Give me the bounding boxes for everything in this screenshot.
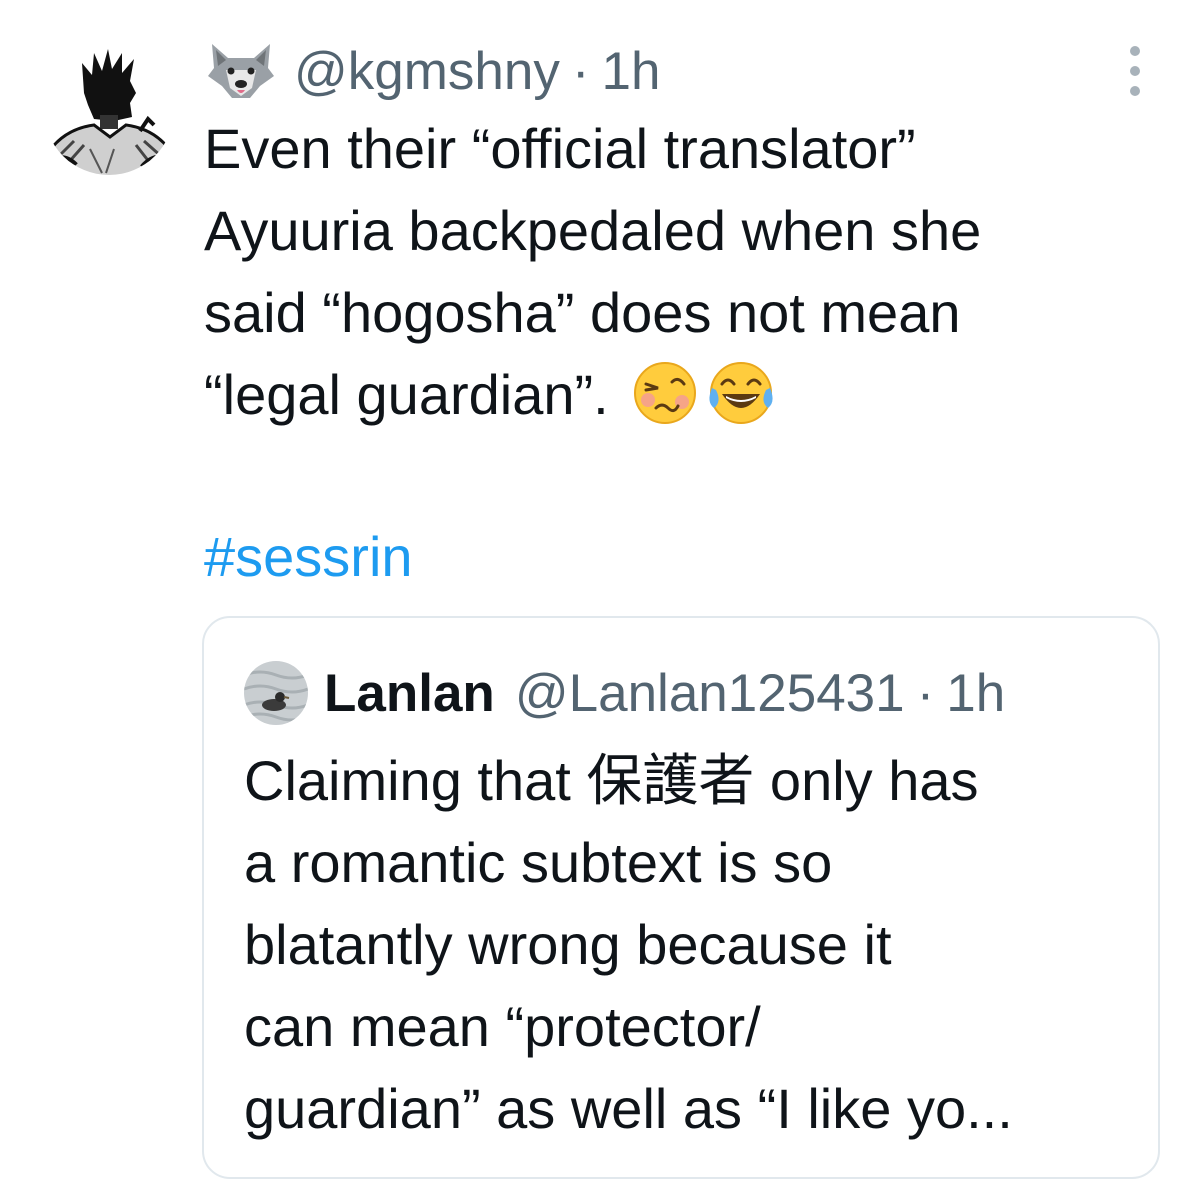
tweet-header: @kgmshny · 1h (204, 38, 661, 104)
quoted-tweet-card[interactable]: Lanlan @Lanlan125431 · 1h Claiming that … (202, 616, 1160, 1179)
author-handle[interactable]: @kgmshny (294, 41, 560, 102)
wolf-face-icon (204, 40, 278, 102)
more-options-icon[interactable] (1120, 46, 1150, 96)
quoted-author-name[interactable]: Lanlan (324, 663, 495, 724)
tears-of-joy-icon (706, 358, 776, 428)
quoted-text-line: a romantic subtext is so (244, 831, 833, 894)
more-dot (1130, 86, 1140, 96)
author-avatar[interactable] (44, 45, 174, 175)
quoted-text-line: can mean “protector/ (244, 995, 761, 1058)
more-dot (1130, 46, 1140, 56)
tweet-text: Even their “official translator” Ayuuria… (204, 108, 1134, 436)
header-separator: · (571, 41, 590, 101)
woozy-face-icon (630, 358, 700, 428)
quoted-text-line: guardian” as well as “I like yo... (244, 1077, 1013, 1140)
tweet-text-line-last: “legal guardian”. (204, 354, 1134, 436)
tweet-timestamp[interactable]: 1h (602, 41, 661, 102)
quoted-author-avatar[interactable] (244, 661, 308, 725)
quoted-text-line: blatantly wrong because it (244, 913, 892, 976)
hashtag-link[interactable]: #sessrin (204, 522, 413, 592)
tweet-text-line: said “hogosha” does not mean (204, 281, 961, 344)
quoted-author-handle[interactable]: @Lanlan125431 (515, 663, 905, 724)
quoted-header-separator: · (916, 663, 935, 723)
tweet-text-line: Ayuuria backpedaled when she (204, 199, 982, 262)
more-dot (1130, 66, 1140, 76)
tweet-text-line: Even their “official translator” (204, 117, 916, 180)
quoted-tweet-header: Lanlan @Lanlan125431 · 1h (244, 656, 1005, 730)
tweet-text-line: “legal guardian”. (204, 363, 609, 426)
quoted-text-line: Claiming that 保護者 only has (244, 749, 979, 812)
quoted-tweet-timestamp[interactable]: 1h (946, 663, 1005, 724)
quoted-tweet-text: Claiming that 保護者 only has a romantic su… (244, 740, 1144, 1150)
